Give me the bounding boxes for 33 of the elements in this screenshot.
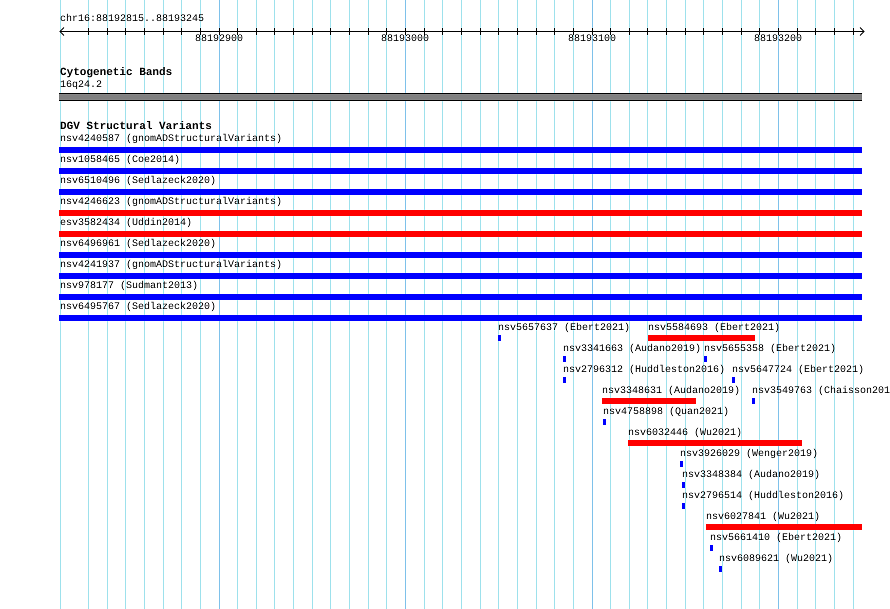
track-title: Cytogenetic Bands: [60, 68, 172, 78]
variant-label: nsv3348384 (Audano2019): [682, 471, 820, 481]
variant-label: esv3582434 (Uddin2014): [60, 219, 192, 229]
variant-label: nsv5657637 (Ebert2021): [498, 324, 630, 334]
variant-label: nsv3926029 (Wenger2019): [680, 450, 818, 460]
variant-label: nsv5661410 (Ebert2021): [710, 534, 842, 544]
variant-label: nsv6089621 (Wu2021): [719, 555, 834, 565]
variant-label: nsv6510496 (Sedlazeck2020): [60, 177, 216, 187]
variant-label: nsv5655358 (Ebert2021): [704, 345, 836, 355]
variant-label: nsv2796312 (Huddleston2016): [563, 366, 726, 376]
variant-label: nsv4241937 (gnomADStructuralVariants): [60, 261, 282, 271]
variant-label: nsv6496961 (Sedlazeck2020): [60, 240, 216, 250]
band-label: 16q24.2: [60, 81, 102, 91]
tick-label: 88193000: [381, 35, 430, 45]
variant-label: nsv978177 (Sudmant2013): [60, 282, 198, 292]
variant-label: nsv5584693 (Ebert2021): [648, 324, 780, 334]
tick-label: 88193100: [568, 35, 616, 45]
variant-label: nsv1058465 (Coe2014): [60, 156, 180, 166]
variant-label: nsv6027841 (Wu2021): [706, 513, 820, 523]
region-label: chr16:88192815..88193245: [60, 15, 204, 25]
tick-label: 88193200: [754, 35, 802, 45]
variant-label: nsv6032446 (Wu2021): [628, 429, 742, 439]
track-title: DGV Structural Variants: [60, 122, 212, 132]
variant-label: nsv3341663 (Audano2019): [563, 345, 702, 355]
variant-label: nsv3549763 (Chaisson201: [752, 387, 890, 397]
variant-label: nsv4246623 (gnomADStructuralVariants): [60, 198, 282, 208]
variant-label: nsv4758898 (Quan2021): [603, 408, 730, 418]
tick-label: 88192900: [195, 35, 244, 45]
variant-label: nsv2796514 (Huddleston2016): [682, 492, 844, 502]
variant-label: nsv6495767 (Sedlazeck2020): [60, 303, 216, 313]
variant-label: nsv3348631 (Audano2019): [602, 387, 740, 397]
variant-label: nsv4240587 (gnomADStructuralVariants): [60, 135, 282, 145]
variant-label: nsv5647724 (Ebert2021): [732, 366, 864, 376]
